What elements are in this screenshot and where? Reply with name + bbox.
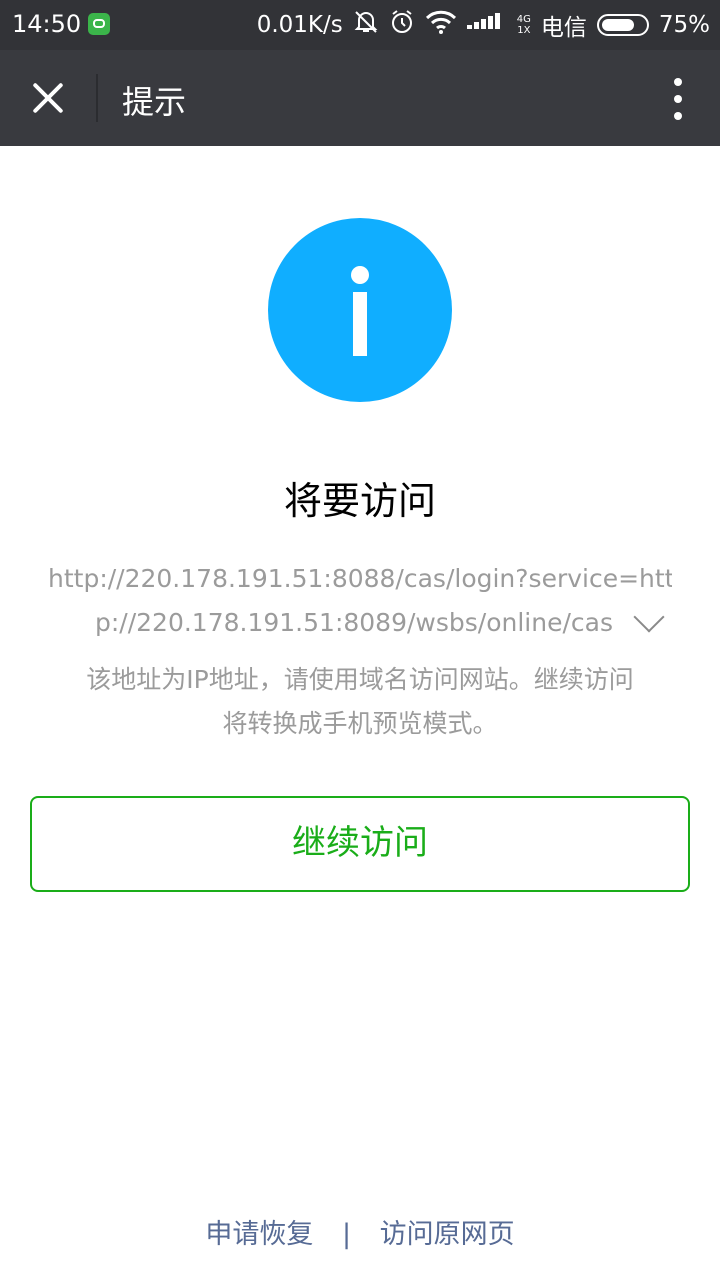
status-time: 14:50 xyxy=(12,10,82,38)
footer-separator: | xyxy=(341,1219,352,1250)
status-bar: 14:50 0.01K/s 4G 1X 电信 75% xyxy=(0,0,720,50)
title-divider xyxy=(96,74,98,122)
footer-links: 申请恢复 | 访问原网页 xyxy=(0,1212,720,1251)
page-title: 提示 xyxy=(122,83,187,121)
network-speed: 0.01K/s xyxy=(256,12,343,38)
url-line-2: p://220.178.191.51:8089/wsbs/online/cas xyxy=(95,608,613,637)
visit-original-link[interactable]: 访问原网页 xyxy=(380,1219,515,1250)
carrier-name: 电信 xyxy=(540,15,587,41)
url-line-1: http://220.178.191.51:8088/cas/login?ser… xyxy=(48,564,672,593)
target-url: http://220.178.191.51:8088/cas/login?ser… xyxy=(48,557,672,645)
app-notification-icon xyxy=(88,13,110,35)
alarm-icon xyxy=(389,9,415,41)
info-icon xyxy=(268,218,452,402)
note-line-2: 将转换成手机预览模式。 xyxy=(222,709,498,738)
network-type: 4G 1X xyxy=(517,14,531,36)
battery-percent: 75% xyxy=(658,12,710,38)
warning-note: 该地址为IP地址，请使用域名访问网站。继续访问 将转换成手机预览模式。 xyxy=(50,658,670,746)
battery-icon xyxy=(596,14,649,36)
signal-icon xyxy=(466,11,507,39)
network-type-bottom: 1X xyxy=(517,25,531,36)
title-bar: 提示 xyxy=(0,50,720,146)
network-type-top: 4G xyxy=(516,14,531,25)
headline: 将要访问 xyxy=(283,479,436,523)
note-line-1: 该地址为IP地址，请使用域名访问网站。继续访问 xyxy=(86,665,634,694)
continue-visit-button[interactable]: 继续访问 xyxy=(30,796,690,892)
more-menu-icon[interactable] xyxy=(668,76,688,122)
silent-icon xyxy=(353,9,379,41)
wifi-icon xyxy=(425,10,457,40)
status-right: 0.01K/s 4G 1X 电信 75% xyxy=(256,9,710,41)
appeal-restore-link[interactable]: 申请恢复 xyxy=(205,1219,313,1250)
close-icon[interactable] xyxy=(22,72,74,124)
